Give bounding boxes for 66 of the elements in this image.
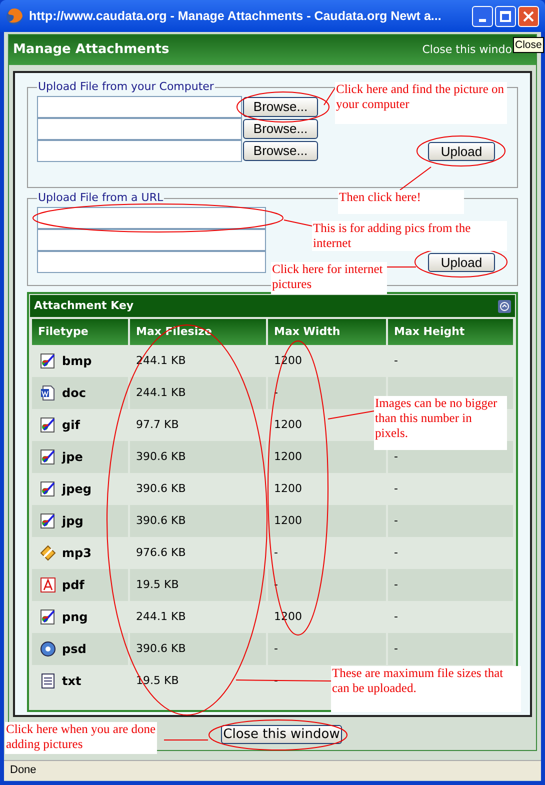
filetype-label: gif (62, 417, 80, 434)
annotation-note: Then click here! (338, 190, 464, 214)
close-icon (523, 10, 534, 22)
filetype-label: txt (62, 673, 82, 690)
filetype-label: jpeg (62, 481, 92, 498)
leader-line (400, 166, 432, 190)
annotation-note: Click here for internet pictures (271, 262, 387, 294)
minimize-icon (479, 18, 486, 22)
close-window-link[interactable]: Close this windo (422, 42, 512, 58)
annotation-note: These are maximum file sizes that can be uploaded. (331, 666, 521, 712)
close-window-button[interactable]: Close this window (221, 725, 342, 744)
column-header: Max Width (267, 318, 387, 345)
minimize-button[interactable] (472, 6, 493, 26)
leader-line (328, 410, 374, 420)
disc-file-icon (40, 641, 56, 657)
image-file-icon (40, 481, 56, 497)
filetype-label: bmp (62, 353, 92, 370)
browser-logo-icon (6, 8, 23, 24)
text-file-icon (40, 673, 56, 689)
status-text: Done (10, 763, 36, 778)
group-legend: Upload File from your Computer (37, 79, 215, 96)
attachment-key-title: Attachment Key (34, 298, 134, 314)
collapse-toggle[interactable] (498, 300, 511, 312)
image-file-icon (40, 609, 56, 625)
filetype-label: doc (62, 385, 86, 402)
close-button[interactable] (518, 6, 539, 26)
annotation-note: Images can be no bigger than this number in pixels. (374, 396, 507, 450)
word-document-icon (40, 385, 56, 401)
leader-line (324, 88, 336, 106)
tooltip: Close (513, 37, 544, 53)
column-header: Max Height (387, 318, 514, 345)
maximize-icon (500, 10, 511, 22)
filetype-label: pdf (62, 577, 84, 594)
maximize-button[interactable] (495, 6, 516, 26)
upload-button[interactable]: Upload (428, 142, 495, 160)
file-path-field[interactable] (37, 140, 242, 162)
filetype-label: png (62, 609, 88, 626)
annotation-note: This is for adding pics from the internet (312, 221, 507, 251)
browse-button[interactable]: Browse... (243, 140, 318, 160)
browse-button[interactable]: Browse... (243, 96, 318, 116)
chevron-up-icon (500, 302, 509, 310)
upload-button[interactable]: Upload (428, 252, 495, 272)
filetype-label: psd (62, 641, 86, 658)
leader-line (284, 220, 312, 226)
group-legend: Upload File from a URL (37, 190, 164, 206)
url-field[interactable] (37, 250, 266, 272)
audio-file-icon (40, 545, 56, 561)
file-path-field[interactable] (37, 118, 242, 140)
filetype-label: jpg (62, 513, 84, 530)
url-field[interactable] (37, 228, 266, 250)
image-file-icon (40, 353, 56, 369)
pdf-file-icon (40, 577, 56, 593)
file-path-field[interactable] (37, 96, 242, 118)
annotation-note: Click here and find the picture on your computer (335, 82, 507, 124)
image-file-icon (40, 417, 56, 433)
browse-button[interactable]: Browse... (243, 118, 318, 138)
window-title: http://www.caudata.org - Manage Attachments - Caudata.org Newt a... (29, 8, 442, 25)
dialog-title: Manage Attachments (13, 41, 170, 60)
url-field[interactable] (37, 206, 266, 228)
filetype-label: mp3 (62, 545, 92, 562)
annotation-note: Click here when you are done adding pictures (5, 722, 157, 754)
image-file-icon (40, 513, 56, 529)
filetype-label: jpe (62, 449, 83, 466)
leader-line (386, 266, 416, 268)
column-header: Filetype (31, 318, 129, 345)
image-file-icon (40, 449, 56, 465)
